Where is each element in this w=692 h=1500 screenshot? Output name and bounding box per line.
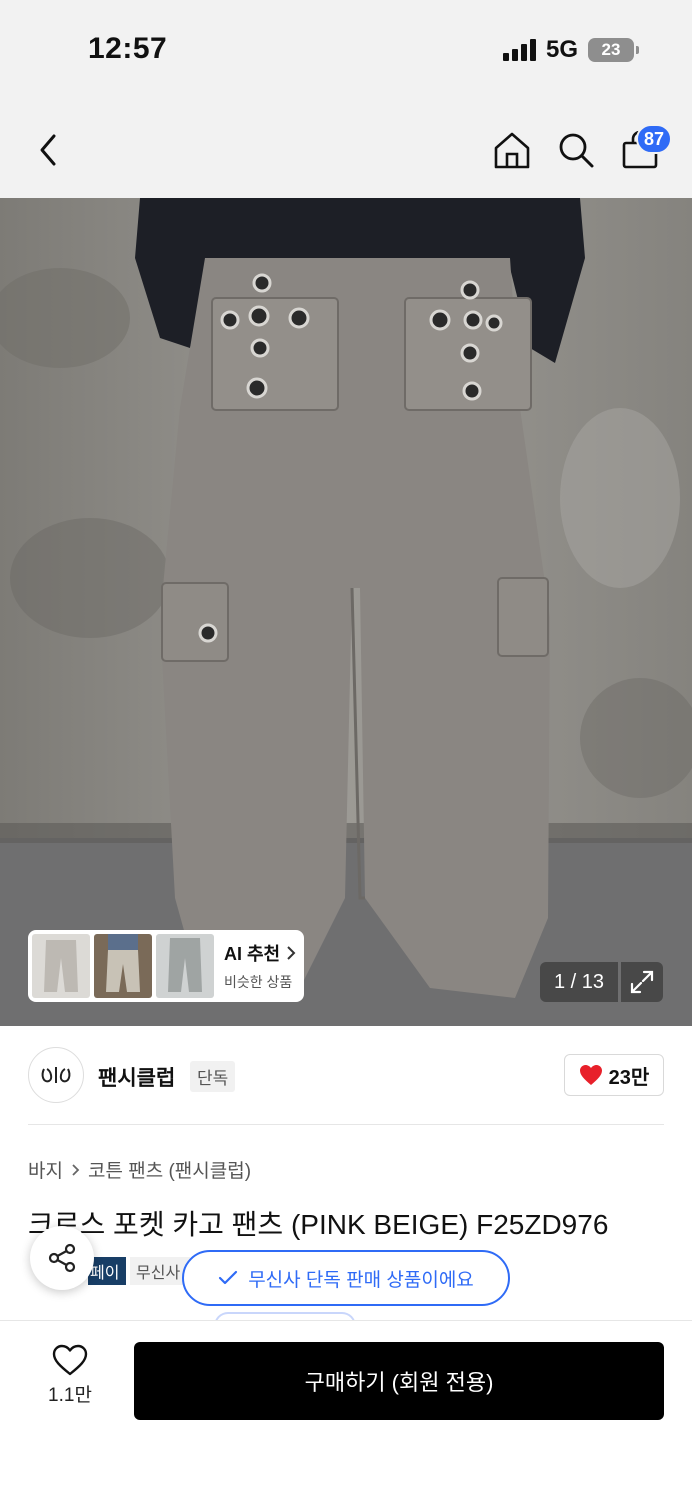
exclusive-tag: 단독 xyxy=(190,1061,236,1092)
share-button[interactable] xyxy=(30,1226,94,1290)
breadcrumb: 바지 코튼 팬츠 (팬시클럽) xyxy=(28,1156,251,1183)
heart-outline-icon xyxy=(52,1344,88,1376)
cart-count-badge: 87 xyxy=(636,124,673,154)
share-icon xyxy=(48,1243,76,1273)
brand-logo[interactable] xyxy=(28,1047,84,1103)
battery-level: 23 xyxy=(601,40,621,59)
battery-icon: 23 xyxy=(588,38,639,62)
ai-recommend-title: AI 추천 xyxy=(224,940,296,966)
search-button[interactable] xyxy=(556,130,596,170)
status-bar: 12:57 5G 23 xyxy=(0,0,692,100)
exclusive-toast: 무신사 단독 판매 상품이에요 xyxy=(182,1250,510,1306)
musinsa-tag-label: 무신사 xyxy=(136,1265,181,1282)
heart-filled-icon xyxy=(579,1065,602,1085)
home-button[interactable] xyxy=(492,130,532,170)
wish-button[interactable]: 1.1만 xyxy=(34,1344,106,1418)
brand-name[interactable]: 팬시클럽 xyxy=(98,1062,175,1092)
product-image[interactable]: AI 추천 비슷한 상품 1 / 13 xyxy=(0,198,692,1026)
ai-title-label: AI 추천 xyxy=(224,944,281,964)
signal-icon xyxy=(502,39,536,61)
exclusive-toast-message: 무신사 단독 판매 상품이에요 xyxy=(248,1269,474,1291)
chevron-right-icon xyxy=(287,946,296,960)
ai-thumbnail[interactable] xyxy=(94,934,152,998)
back-button[interactable] xyxy=(30,128,70,172)
ai-recommend-subtitle: 비슷한 상품 xyxy=(224,974,293,990)
ai-thumbnail[interactable] xyxy=(32,934,90,998)
expand-image-button[interactable] xyxy=(621,962,663,1002)
brand-logo-mark xyxy=(41,1067,71,1083)
top-nav-bar xyxy=(0,100,692,198)
divider xyxy=(28,1124,664,1125)
status-indicators: 5G 23 xyxy=(502,36,639,64)
status-time: 12:57 xyxy=(88,32,168,65)
product-photo xyxy=(0,198,692,1026)
product-title: 크로스 포켓 카고 팬츠 (PINK BEIGE) F25ZD976 xyxy=(28,1209,609,1240)
wish-count: 1.1만 xyxy=(48,1385,92,1406)
home-icon xyxy=(494,132,530,169)
check-icon xyxy=(219,1270,238,1285)
image-page-counter: 1 / 13 xyxy=(540,962,618,1002)
breadcrumb-category[interactable]: 바지 xyxy=(28,1156,63,1183)
chevron-left-icon xyxy=(40,134,56,166)
brand-like-count: 23만 xyxy=(608,1066,650,1089)
musinsa-tag: 무신사 xyxy=(130,1257,190,1285)
brand-like-button[interactable]: 23만 xyxy=(564,1054,664,1096)
pay-tag-label: 페이 xyxy=(90,1265,120,1282)
expand-icon xyxy=(630,970,654,994)
ai-thumbnail[interactable] xyxy=(156,934,214,998)
chevron-right-icon xyxy=(72,1163,80,1176)
network-label: 5G xyxy=(545,36,578,63)
search-icon xyxy=(559,133,594,168)
ai-recommend-card[interactable]: AI 추천 비슷한 상품 xyxy=(28,930,304,1002)
buy-button[interactable]: 구매하기 (회원 전용) xyxy=(134,1342,664,1420)
breadcrumb-subcategory[interactable]: 코튼 팬츠 (팬시클럽) xyxy=(88,1156,251,1183)
ai-recommend-text: AI 추천 비슷한 상품 xyxy=(224,940,296,992)
